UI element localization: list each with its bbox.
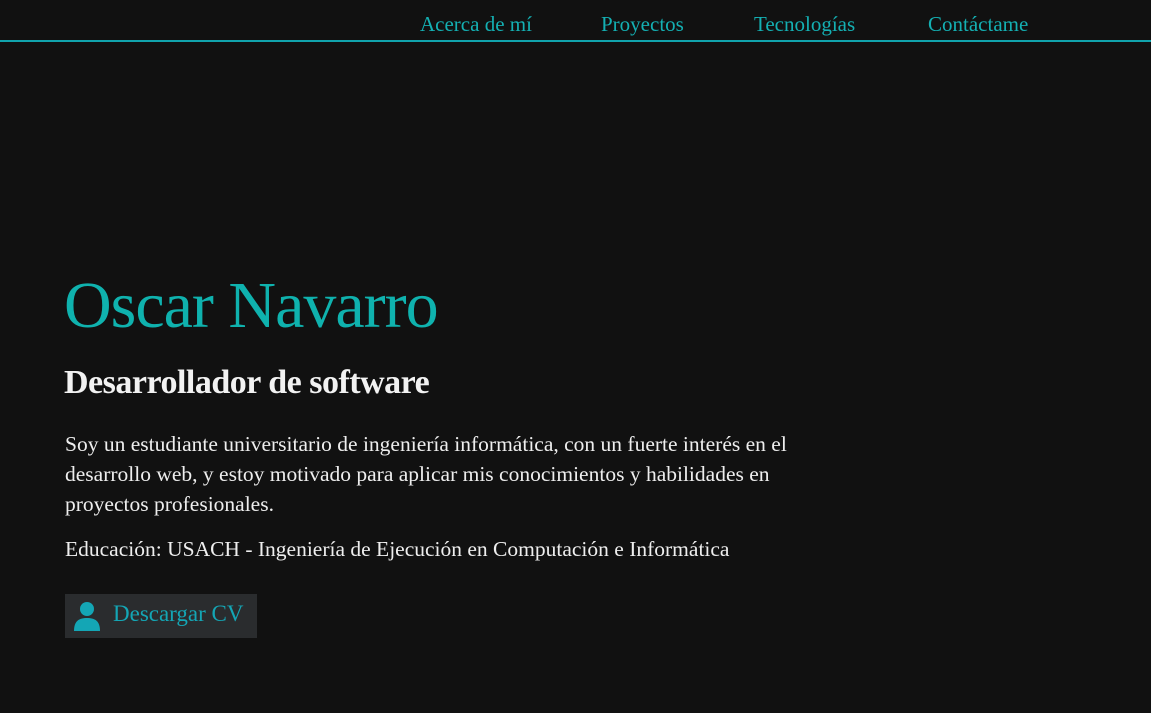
hero-name: Oscar Navarro (64, 269, 439, 342)
nav-link-about[interactable]: Acerca de mí (420, 12, 532, 37)
nav-link-projects[interactable]: Proyectos (601, 12, 684, 37)
hero-education: Educación: USACH - Ingeniería de Ejecuci… (65, 537, 730, 561)
download-cv-label: Descargar CV (113, 601, 244, 626)
hero-bio: Soy un estudiante universitario de ingen… (65, 432, 787, 516)
download-cv-button[interactable]: Descargar CV (65, 594, 257, 638)
top-navigation: Acerca de mí Proyectos Tecnologías Contá… (0, 0, 1151, 42)
nav-link-technologies[interactable]: Tecnologías (754, 12, 855, 37)
nav-link-contact[interactable]: Contáctame (928, 12, 1028, 37)
hero-role: Desarrollador de software (64, 364, 430, 401)
user-icon (74, 602, 100, 631)
